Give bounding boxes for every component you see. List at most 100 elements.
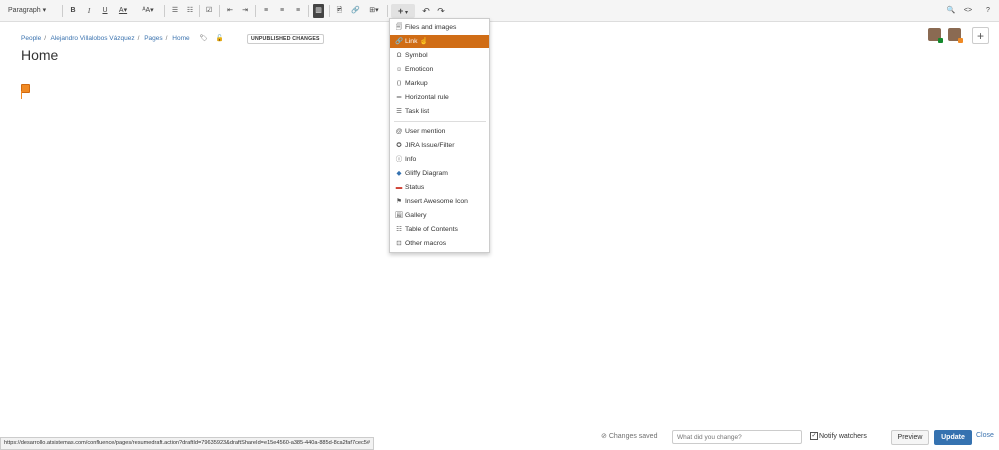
unpublished-changes-lozenge[interactable]: UNPUBLISHED CHANGES xyxy=(247,34,324,44)
breadcrumb: People / Alejandro Villalobos Vázquez / Pa… xyxy=(21,34,227,42)
changes-saved-status: ⊘ Changes saved xyxy=(601,432,657,440)
bold-button[interactable]: B xyxy=(68,4,78,18)
menu-item-label: Markup xyxy=(405,80,428,87)
image-icon[interactable]: 🖻 xyxy=(334,4,345,18)
avatar[interactable] xyxy=(948,28,963,43)
align-right-icon[interactable]: ≡ xyxy=(293,4,303,18)
anchor-macro-icon[interactable] xyxy=(21,84,30,93)
menu-item-label: Info xyxy=(405,156,417,163)
paragraph-style-dropdown[interactable]: Paragraph ▾ xyxy=(8,4,56,18)
page-title[interactable]: Home xyxy=(21,47,58,63)
change-comment-input[interactable] xyxy=(672,430,802,444)
menu-item-jira[interactable]: ✪ JIRA Issue/Filter xyxy=(390,139,489,152)
menu-item-awesome-icon[interactable]: ⚑ Insert Awesome Icon xyxy=(390,195,489,208)
toolbar-divider xyxy=(308,5,309,17)
font-size-button[interactable]: ᴬA▾ xyxy=(138,4,158,18)
changes-saved-label: Changes saved xyxy=(608,433,658,440)
toolbar-divider xyxy=(329,5,330,17)
menu-item-status[interactable]: ▬ Status xyxy=(390,181,489,194)
info-icon: ⓘ xyxy=(395,156,403,163)
source-editor-icon[interactable]: <> xyxy=(961,4,975,18)
menu-item-label: Status xyxy=(405,184,425,191)
numbered-list-icon[interactable]: ☷ xyxy=(185,4,195,18)
check-circle-icon: ⊘ xyxy=(601,433,607,440)
toolbar-divider xyxy=(219,5,220,17)
menu-item-label: Gallery xyxy=(405,212,427,219)
menu-item-symbol[interactable]: Ω Symbol xyxy=(390,49,489,62)
link-icon: 🔗 xyxy=(395,38,404,45)
flag-icon: ⚑ xyxy=(396,198,402,205)
insert-more-button[interactable]: + ▾ xyxy=(391,4,415,18)
font-size-icon: ᴬA xyxy=(142,7,151,14)
editing-badge xyxy=(958,38,963,43)
breadcrumb-separator: / xyxy=(137,35,140,42)
editor-toolbar: Paragraph ▾ B I U A▾ ᴬA▾ ☰ ☷ ☑ ⇤ ⇥ ≡ ≡ ≡… xyxy=(0,0,999,22)
gallery-icon: 🖼 xyxy=(395,212,404,219)
redo-icon[interactable]: ↷ xyxy=(436,4,446,18)
menu-item-label: Insert Awesome Icon xyxy=(405,198,468,205)
horizontal-rule-icon: ═ xyxy=(396,94,402,101)
notify-watchers-checkbox[interactable]: ✓ Notify watchers xyxy=(810,432,867,440)
menu-item-link[interactable]: 🔗 Link ☝ xyxy=(390,35,489,48)
preview-button[interactable]: Preview xyxy=(891,430,929,445)
italic-button[interactable]: I xyxy=(84,4,94,18)
text-color-icon: A xyxy=(118,7,124,14)
status-bar-url: https://desarrollo.atsistemas.com/conflu… xyxy=(0,437,375,450)
breadcrumb-separator: / xyxy=(44,35,47,42)
checkbox-icon[interactable]: ✓ xyxy=(810,432,818,440)
smiley-icon: ☺ xyxy=(395,66,403,73)
indent-icon[interactable]: ⇥ xyxy=(240,4,250,18)
task-list-icon: ☰ xyxy=(396,108,402,115)
breadcrumb-people[interactable]: People xyxy=(21,35,41,42)
update-button[interactable]: Update xyxy=(934,430,972,445)
help-icon[interactable]: ? xyxy=(983,4,993,18)
toolbar-divider xyxy=(62,5,63,17)
page-layout-icon[interactable]: ▥ xyxy=(313,4,324,18)
task-list-icon[interactable]: ☑ xyxy=(204,4,214,18)
menu-item-toc[interactable]: ☷ Table of Contents xyxy=(390,223,489,236)
menu-item-label: Horizontal rule xyxy=(405,94,449,101)
menu-item-label: Emoticon xyxy=(405,66,434,73)
menu-item-label: Task list xyxy=(405,108,430,115)
toolbar-divider xyxy=(255,5,256,17)
menu-item-gallery[interactable]: 🖼 Gallery xyxy=(390,209,489,222)
menu-item-label: Table of Contents xyxy=(405,226,458,233)
menu-item-label: Other macros xyxy=(405,240,447,247)
table-button[interactable]: ⊞▾ xyxy=(366,4,382,18)
menu-item-files-images[interactable]: 🗐 Files and images xyxy=(390,21,489,34)
restrictions-lock-icon[interactable]: 🔓 xyxy=(216,35,224,42)
label-tag-icon[interactable]: 🏷 xyxy=(199,35,207,42)
search-icon[interactable]: 🔍 xyxy=(946,4,956,18)
menu-item-label: Gliffy Diagram xyxy=(405,170,448,177)
breadcrumb-home[interactable]: Home xyxy=(172,35,189,42)
outdent-icon[interactable]: ⇤ xyxy=(225,4,235,18)
menu-item-info[interactable]: ⓘ Info xyxy=(390,153,489,166)
jira-icon: ✪ xyxy=(396,142,402,149)
menu-item-label: User mention xyxy=(405,128,446,135)
menu-item-markup[interactable]: ⟨⟩ Markup xyxy=(390,77,489,90)
menu-item-user-mention[interactable]: @ User mention xyxy=(390,125,489,138)
menu-item-label: JIRA Issue/Filter xyxy=(405,142,455,149)
invite-collaborator-button[interactable]: + xyxy=(972,27,989,44)
toc-icon: ☷ xyxy=(396,226,402,233)
menu-item-gliffy[interactable]: ◆ Gliffy Diagram xyxy=(390,167,489,180)
menu-item-horizontal-rule[interactable]: ═ Horizontal rule xyxy=(390,91,489,104)
files-icon: 🗐 xyxy=(395,24,403,31)
breadcrumb-pages[interactable]: Pages xyxy=(144,35,162,42)
link-icon[interactable]: 🔗 xyxy=(350,4,361,18)
close-button[interactable]: Close xyxy=(976,432,994,439)
align-left-icon[interactable]: ≡ xyxy=(261,4,271,18)
at-icon: @ xyxy=(395,128,403,135)
menu-item-task-list[interactable]: ☰ Task list xyxy=(390,105,489,118)
menu-item-emoticon[interactable]: ☺ Emoticon xyxy=(390,63,489,76)
menu-item-other-macros[interactable]: ⊡ Other macros xyxy=(390,237,489,250)
undo-icon[interactable]: ↶ xyxy=(421,4,431,18)
breadcrumb-user[interactable]: Alejandro Villalobos Vázquez xyxy=(51,35,135,42)
toolbar-divider xyxy=(164,5,165,17)
text-color-button[interactable]: A▾ xyxy=(116,4,130,18)
avatar[interactable] xyxy=(928,28,943,43)
bullet-list-icon[interactable]: ☰ xyxy=(170,4,180,18)
align-center-icon[interactable]: ≡ xyxy=(277,4,287,18)
underline-button[interactable]: U xyxy=(100,4,110,18)
menu-divider xyxy=(394,121,486,122)
